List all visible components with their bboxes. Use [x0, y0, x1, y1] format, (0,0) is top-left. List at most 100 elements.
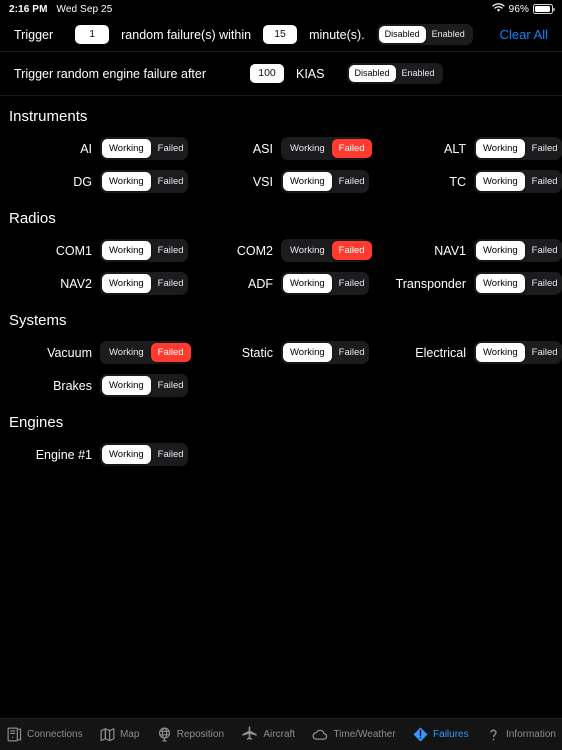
tab-failures[interactable]: Failures [412, 726, 469, 743]
failure-label-transponder: Transponder [395, 276, 466, 291]
working-option-brakes[interactable]: Working [102, 375, 151, 396]
failure-item-engine-1: Engine #1 Working Failed [0, 442, 191, 467]
tab-label-connections: Connections [27, 729, 83, 740]
tab-connections[interactable]: Connections [6, 726, 83, 743]
failure-toggle-brakes[interactable]: Working Failed [100, 373, 191, 398]
failure-item-alt: ALT Working Failed [369, 136, 562, 161]
working-option-static[interactable]: Working [283, 342, 332, 363]
failed-option-static[interactable]: Failed [332, 343, 372, 363]
trigger-suffix-label: minute(s). [309, 27, 365, 42]
tab-aircraft[interactable]: Aircraft [240, 725, 295, 744]
status-bar: 2:16 PM Wed Sep 25 96% [0, 0, 562, 18]
failed-option-brakes[interactable]: Failed [151, 376, 191, 396]
working-option-engine-1[interactable]: Working [102, 444, 151, 465]
failed-option-nav1[interactable]: Failed [525, 241, 562, 261]
trigger-random-enabled-option[interactable]: Enabled [426, 26, 471, 43]
failure-label-com1: COM1 [55, 243, 92, 258]
working-option-transponder[interactable]: Working [476, 273, 525, 294]
wifi-icon [492, 2, 505, 16]
failure-toggle-transponder[interactable]: Working Failed [474, 271, 562, 296]
failed-option-electrical[interactable]: Failed [525, 343, 562, 363]
failed-option-com2[interactable]: Failed [331, 240, 372, 261]
tab-reposition[interactable]: Reposition [156, 726, 224, 743]
failed-option-com1[interactable]: Failed [151, 241, 191, 261]
failed-option-engine-1[interactable]: Failed [151, 445, 191, 465]
minutes-input[interactable]: 15 [263, 25, 298, 44]
working-option-com1[interactable]: Working [102, 240, 151, 261]
failed-option-vacuum[interactable]: Failed [150, 342, 191, 363]
section-title-instruments: Instruments [9, 108, 88, 125]
failed-option-vsi[interactable]: Failed [332, 172, 372, 192]
failed-option-ai[interactable]: Failed [151, 139, 191, 159]
tab-label-failures: Failures [433, 729, 469, 740]
section-title-radios: Radios [9, 210, 56, 227]
working-option-adf[interactable]: Working [283, 273, 332, 294]
airplane-icon [240, 725, 259, 744]
warning-diamond-icon [412, 726, 429, 743]
failed-option-adf[interactable]: Failed [332, 274, 372, 294]
failure-item-ai: AI Working Failed [0, 136, 191, 161]
tab-information[interactable]: Information [485, 726, 556, 743]
working-option-com2[interactable]: Working [283, 241, 332, 261]
failure-toggle-ai[interactable]: Working Failed [100, 136, 191, 161]
working-option-asi[interactable]: Working [283, 139, 332, 159]
tab-map[interactable]: Map [99, 726, 139, 743]
failure-toggle-alt[interactable]: Working Failed [474, 136, 562, 161]
failure-item-electrical: Electrical Working Failed [369, 340, 562, 365]
working-option-alt[interactable]: Working [476, 138, 525, 159]
failure-toggle-com2[interactable]: Working Failed [281, 238, 372, 263]
working-option-electrical[interactable]: Working [476, 342, 525, 363]
failure-toggle-vacuum[interactable]: Working Failed [100, 340, 191, 365]
failure-toggle-vsi[interactable]: Working Failed [281, 169, 372, 194]
trigger-engine-enabled-option[interactable]: Enabled [396, 65, 441, 82]
failure-toggle-asi[interactable]: Working Failed [281, 136, 372, 161]
failure-toggle-dg[interactable]: Working Failed [100, 169, 191, 194]
cloud-icon [311, 726, 329, 744]
failure-label-asi: ASI [252, 141, 273, 156]
failure-toggle-nav1[interactable]: Working Failed [474, 238, 562, 263]
trigger-engine-label: Trigger random engine failure after [14, 66, 206, 81]
failures-screen: 2:16 PM Wed Sep 25 96% Trigger 1 random … [0, 0, 562, 750]
tab-time-weather[interactable]: Time/Weather [311, 726, 396, 744]
failure-toggle-engine-1[interactable]: Working Failed [100, 442, 191, 467]
clear-all-button[interactable]: Clear All [500, 27, 548, 42]
working-option-nav1[interactable]: Working [476, 240, 525, 261]
failure-label-dg: DG [73, 174, 92, 189]
working-option-ai[interactable]: Working [102, 138, 151, 159]
failure-toggle-electrical[interactable]: Working Failed [474, 340, 562, 365]
failed-option-nav2[interactable]: Failed [151, 274, 191, 294]
failure-item-com2: COM2 Working Failed [188, 238, 372, 263]
trigger-random-disabled-option[interactable]: Disabled [378, 26, 426, 43]
tab-label-aircraft: Aircraft [263, 729, 296, 740]
tab-label-time-weather: Time/Weather [333, 729, 396, 740]
failure-label-adf: ADF [248, 276, 273, 291]
trigger-engine-toggle[interactable]: Disabled Enabled [346, 63, 443, 84]
failure-count-input[interactable]: 1 [75, 25, 110, 44]
trigger-engine-failure-row: Trigger random engine failure after 100 … [0, 52, 562, 95]
working-option-dg[interactable]: Working [102, 171, 151, 192]
working-option-vsi[interactable]: Working [283, 171, 332, 192]
failure-toggle-static[interactable]: Working Failed [281, 340, 372, 365]
kias-input[interactable]: 100 [250, 64, 284, 83]
status-bar-right: 96% [492, 2, 555, 16]
failure-label-static: Static [241, 345, 273, 360]
failure-toggle-nav2[interactable]: Working Failed [100, 271, 191, 296]
failed-option-alt[interactable]: Failed [525, 139, 562, 159]
failure-item-asi: ASI Working Failed [188, 136, 372, 161]
working-option-vacuum[interactable]: Working [102, 343, 151, 363]
failure-item-nav1: NAV1 Working Failed [369, 238, 562, 263]
failed-option-asi[interactable]: Failed [331, 138, 372, 159]
failed-option-transponder[interactable]: Failed [525, 274, 562, 294]
failed-option-dg[interactable]: Failed [151, 172, 191, 192]
failure-toggle-adf[interactable]: Working Failed [281, 271, 372, 296]
trigger-engine-disabled-option[interactable]: Disabled [348, 65, 396, 82]
working-option-nav2[interactable]: Working [102, 273, 151, 294]
failure-toggle-com1[interactable]: Working Failed [100, 238, 191, 263]
failure-toggle-tc[interactable]: Working Failed [474, 169, 562, 194]
server-icon [6, 726, 23, 743]
failed-option-tc[interactable]: Failed [525, 172, 562, 192]
working-option-tc[interactable]: Working [476, 171, 525, 192]
failure-item-vsi: VSI Working Failed [188, 169, 372, 194]
status-bar-date: Wed Sep 25 [56, 3, 113, 15]
trigger-random-toggle[interactable]: Disabled Enabled [376, 24, 473, 45]
